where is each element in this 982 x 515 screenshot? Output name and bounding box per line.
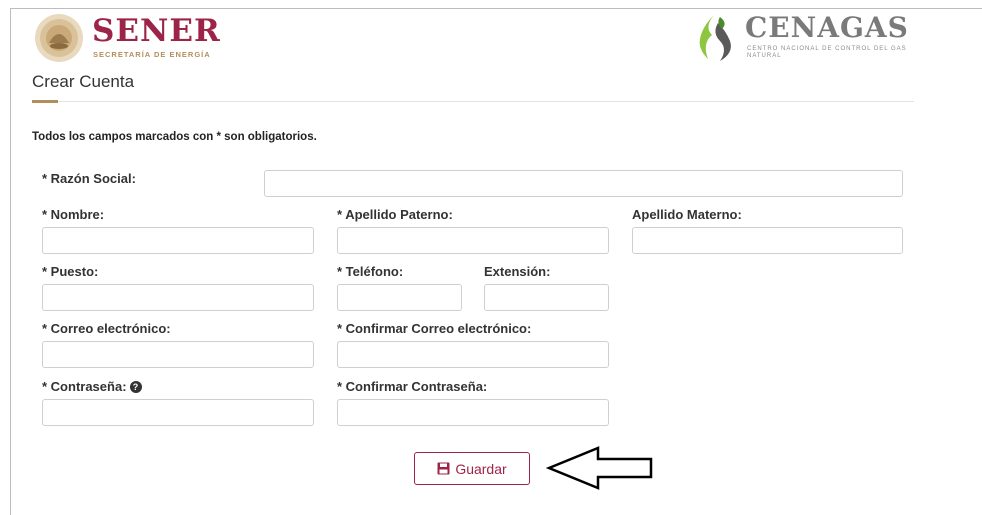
save-button-label: Guardar <box>455 460 507 477</box>
confirmar-correo-input[interactable] <box>337 341 609 368</box>
title-accent-bar <box>32 100 58 103</box>
mexico-seal-icon <box>35 14 83 62</box>
required-fields-note: Todos los campos marcados con * son obli… <box>32 131 317 143</box>
left-arrow-outline-icon <box>546 446 653 490</box>
extension-label: Extensión: <box>484 264 551 279</box>
contrasena-input[interactable] <box>42 399 314 426</box>
puesto-input[interactable] <box>42 284 314 311</box>
correo-label: * Correo electrónico: <box>42 321 171 336</box>
apellido-materno-label: Apellido Materno: <box>632 207 742 222</box>
sener-logo-subtitle: SECRETARÍA DE ENERGÍA <box>93 50 211 59</box>
floppy-disk-icon <box>437 462 450 475</box>
apellido-materno-input[interactable] <box>632 227 903 254</box>
telefono-input[interactable] <box>337 284 462 311</box>
telefono-label: * Teléfono: <box>337 264 404 279</box>
confirmar-contrasena-input[interactable] <box>337 399 609 426</box>
save-button[interactable]: Guardar <box>414 452 530 485</box>
extension-input[interactable] <box>484 284 609 311</box>
apellido-paterno-input[interactable] <box>337 227 609 254</box>
confirmar-correo-label: * Confirmar Correo electrónico: <box>337 321 532 336</box>
contrasena-label: * Contraseña: <box>42 379 127 394</box>
nombre-label: * Nombre: <box>42 207 105 222</box>
razon-social-input[interactable] <box>264 170 903 197</box>
question-circle-icon[interactable]: ? <box>129 381 142 393</box>
puesto-label: * Puesto: <box>42 264 99 279</box>
correo-input[interactable] <box>42 341 314 368</box>
cenagas-logo-subtitle: CENTRO NACIONAL DE CONTROL DEL GAS NATUR… <box>747 46 907 59</box>
page-frame <box>10 8 982 515</box>
razon-social-label: * Razón Social: <box>42 171 136 186</box>
apellido-paterno-label: * Apellido Paterno: <box>337 207 453 222</box>
page-title: Crear Cuenta <box>32 72 135 91</box>
title-divider <box>32 101 914 102</box>
cenagas-logo-text: CENAGAS <box>745 11 909 44</box>
confirmar-contrasena-label: * Confirmar Contraseña: <box>337 379 488 394</box>
nombre-input[interactable] <box>42 227 314 254</box>
sener-logo-text: SENER <box>92 13 221 49</box>
contrasena-label-wrap: * Contraseña:? <box>42 379 142 394</box>
cenagas-flame-icon <box>699 15 731 61</box>
